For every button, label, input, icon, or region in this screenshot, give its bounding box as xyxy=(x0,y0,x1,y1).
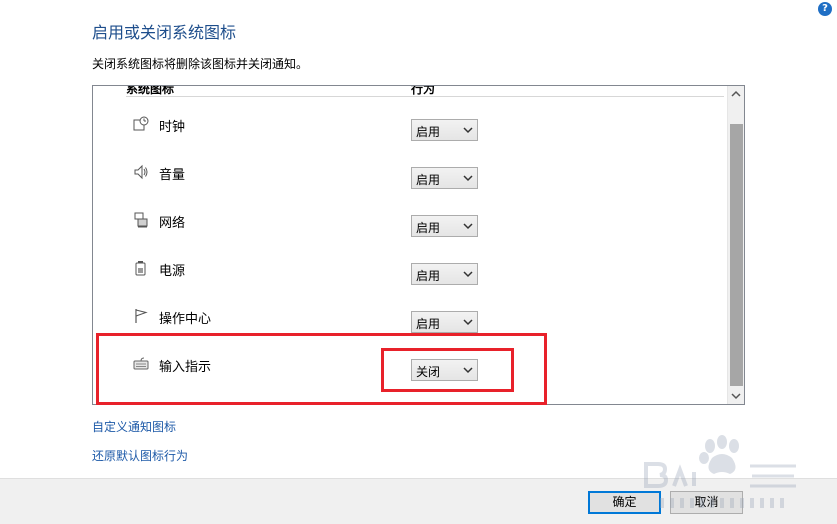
dropdown-value: 启用 xyxy=(416,317,441,331)
power-icon xyxy=(133,260,149,276)
list-item-label: 音量 xyxy=(159,168,186,183)
network-icon xyxy=(133,212,149,228)
list-item-volume: 音量 启用 xyxy=(93,162,723,192)
list-item-label: 时钟 xyxy=(159,120,186,135)
behavior-dropdown-action-center[interactable]: 启用 xyxy=(411,311,478,333)
chevron-down-icon xyxy=(463,268,473,278)
list-item-label: 电源 xyxy=(159,264,186,279)
scrollbar-thumb[interactable] xyxy=(730,124,743,386)
restore-default-behavior-link[interactable]: 还原默认图标行为 xyxy=(92,447,188,464)
scroll-down-arrow-icon[interactable] xyxy=(728,387,744,404)
dropdown-value: 启用 xyxy=(416,269,441,283)
dropdown-value: 启用 xyxy=(416,125,441,139)
customize-notification-icons-link[interactable]: 自定义通知图标 xyxy=(92,418,176,435)
chevron-down-icon xyxy=(463,220,473,230)
notification-icons-dialog: ? 启用或关闭系统图标 关闭系统图标将删除该图标并关闭通知。 系统图标 行为 时… xyxy=(0,0,837,524)
dialog-title: 启用或关闭系统图标 xyxy=(92,23,237,42)
flag-icon xyxy=(133,308,149,324)
list-item-clock: 时钟 启用 xyxy=(93,114,723,144)
volume-icon xyxy=(133,164,149,180)
scroll-up-arrow-icon[interactable] xyxy=(728,86,744,103)
behavior-dropdown-power[interactable]: 启用 xyxy=(411,263,478,285)
header-divider xyxy=(126,96,724,97)
list-item-power: 电源 启用 xyxy=(93,258,723,288)
help-icon[interactable]: ? xyxy=(818,2,832,16)
chevron-down-icon xyxy=(463,124,473,134)
watermark-logo-icon xyxy=(640,434,800,514)
dropdown-value: 启用 xyxy=(416,221,441,235)
chevron-down-icon xyxy=(463,172,473,182)
behavior-dropdown-volume[interactable]: 启用 xyxy=(411,167,478,189)
list-item-network: 网络 启用 xyxy=(93,210,723,240)
dialog-description: 关闭系统图标将删除该图标并关闭通知。 xyxy=(92,57,309,71)
list-item-label: 操作中心 xyxy=(159,312,212,327)
vertical-scrollbar[interactable] xyxy=(727,86,744,404)
dropdown-value: 启用 xyxy=(416,173,441,187)
behavior-dropdown-clock[interactable]: 启用 xyxy=(411,119,478,141)
highlight-box-dropdown xyxy=(381,348,514,392)
list-item-action-center: 操作中心 启用 xyxy=(93,306,723,336)
behavior-dropdown-network[interactable]: 启用 xyxy=(411,215,478,237)
clock-icon xyxy=(133,116,149,132)
chevron-down-icon xyxy=(463,316,473,326)
list-item-label: 网络 xyxy=(159,216,186,231)
